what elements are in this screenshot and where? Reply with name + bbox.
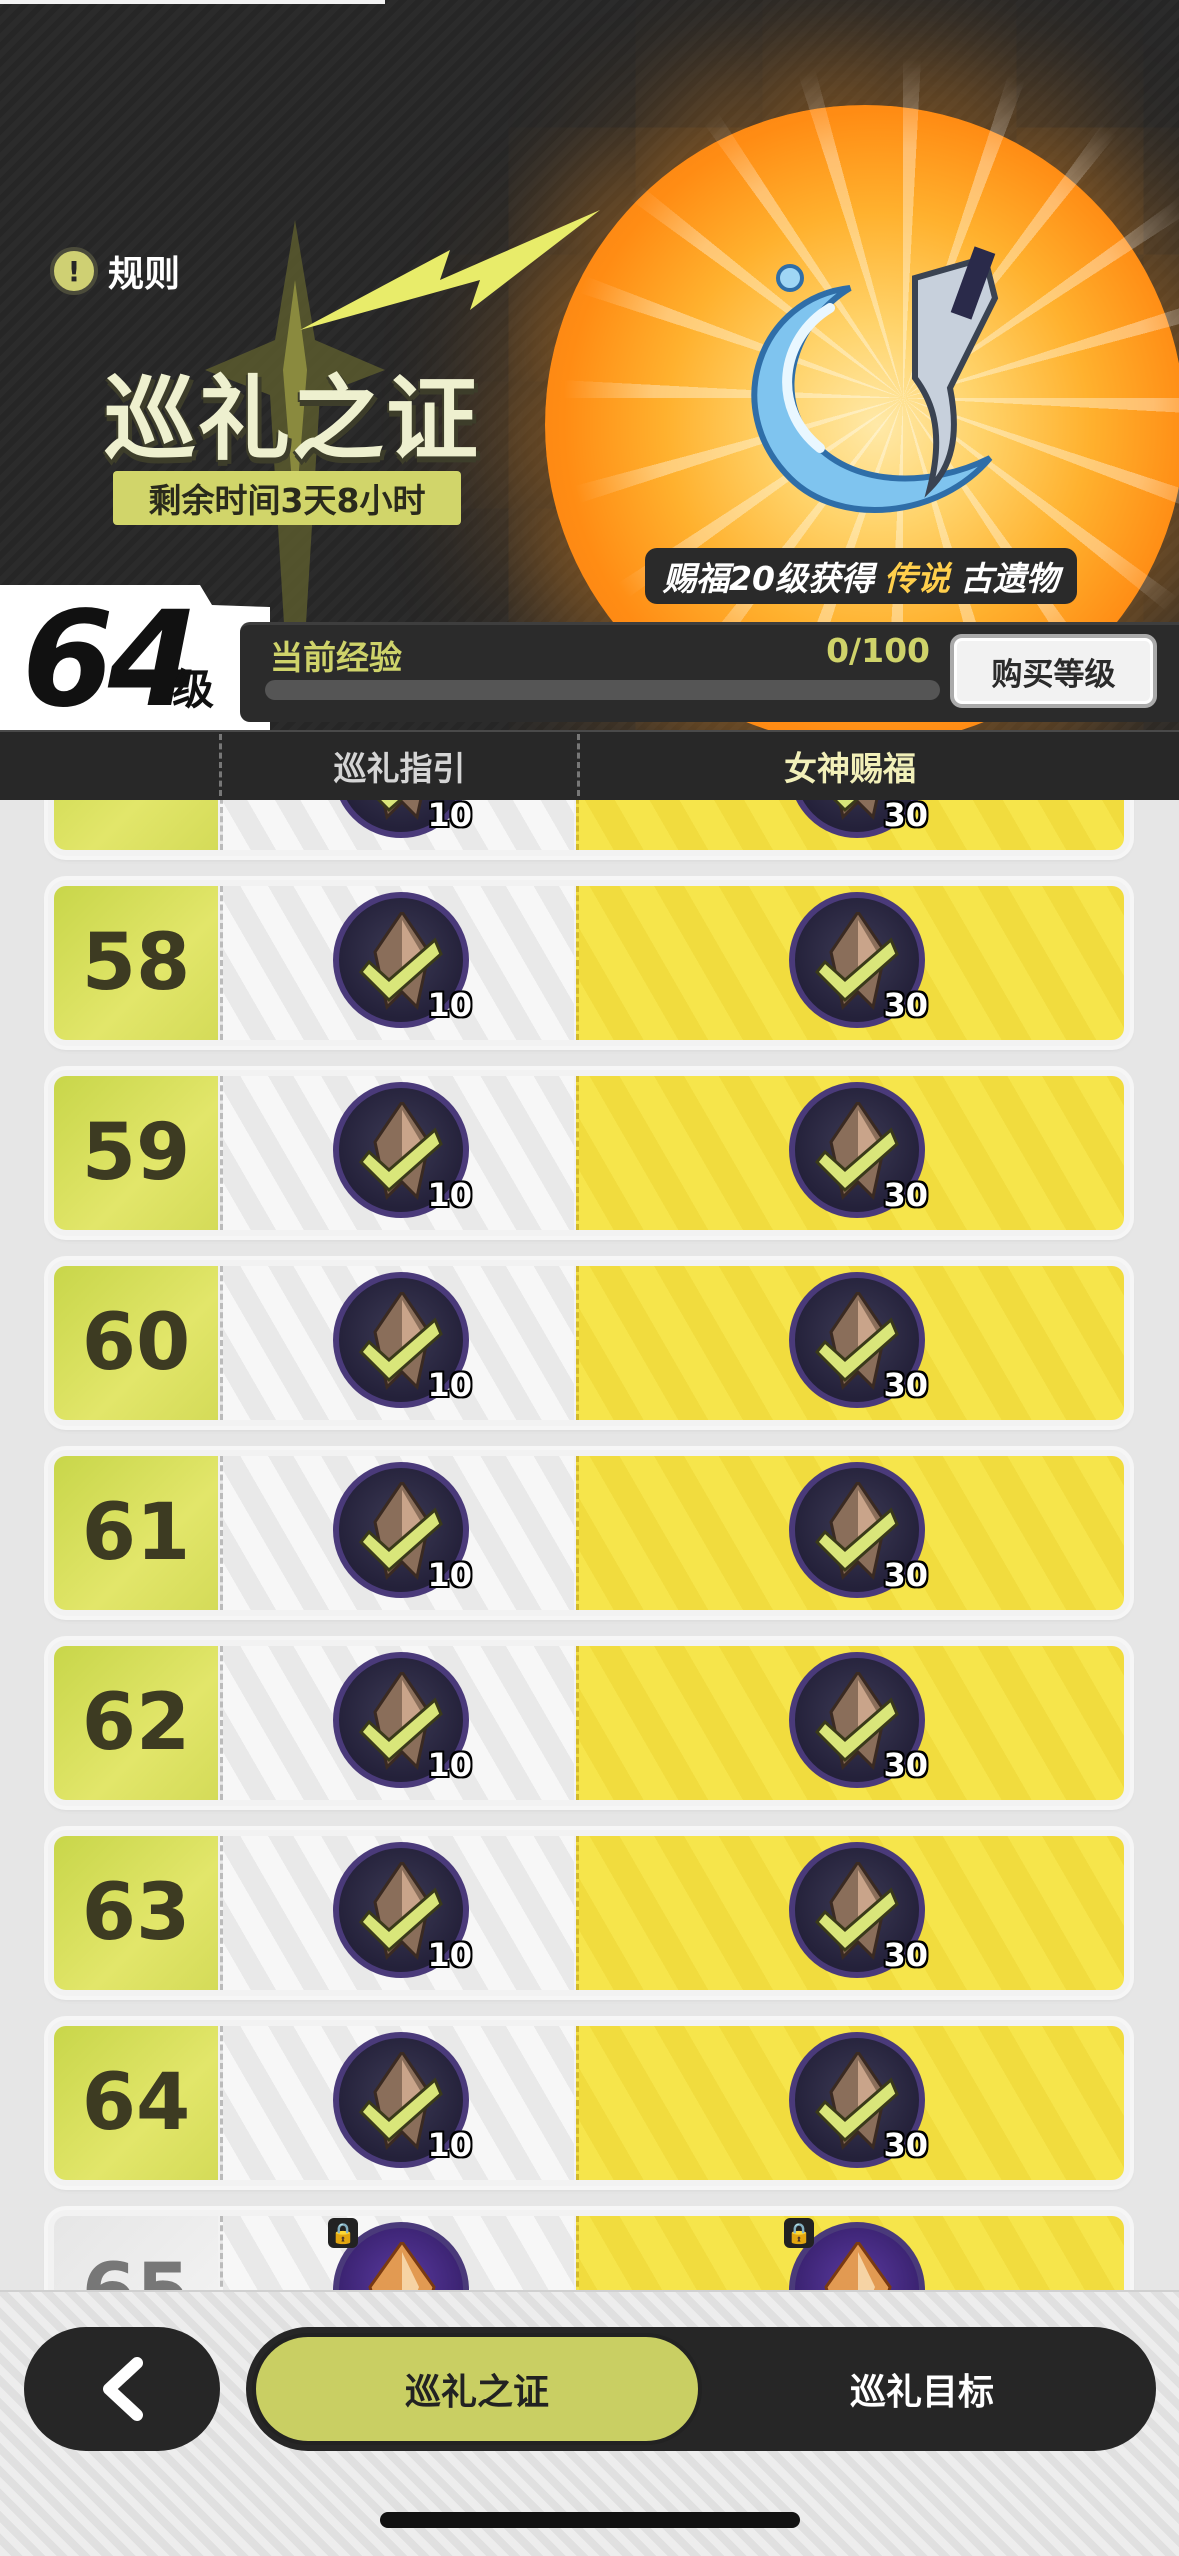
row-level: 60: [54, 1266, 218, 1420]
reward-quantity: 10: [427, 1936, 472, 1974]
back-button[interactable]: [24, 2327, 220, 2451]
reward-quantity: 30: [883, 800, 928, 834]
paid-reward-item[interactable]: 30: [780, 1456, 930, 1606]
reward-caption-suffix: 古遗物: [959, 559, 1059, 598]
reward-row[interactable]: 61 10 30: [48, 1450, 1130, 1616]
free-reward-item[interactable]: 10: [324, 1836, 474, 1986]
row-level: 65: [54, 2216, 218, 2290]
reward-quantity: 10: [427, 1176, 472, 1214]
legendary-relic-icon[interactable]: [700, 238, 1030, 548]
reward-quantity: 10: [427, 1366, 472, 1404]
paid-reward-item[interactable]: 30: [780, 1076, 930, 1226]
rules-label: 规则: [108, 254, 181, 295]
reward-quantity: 30: [883, 1176, 928, 1214]
paid-reward-item[interactable]: 30: [780, 1646, 930, 1796]
free-reward-item[interactable]: 10: [324, 1456, 474, 1606]
reward-row[interactable]: 62 10 30: [48, 1640, 1130, 1806]
reward-shard-graphic: [368, 2242, 436, 2290]
reward-shard-graphic: [824, 2242, 892, 2290]
rules-button[interactable]: ! 规则: [50, 245, 180, 297]
paid-reward-item[interactable]: 30: [780, 886, 930, 1036]
lightning-icon: [300, 210, 600, 330]
row-level: 59: [54, 1076, 218, 1230]
reward-row[interactable]: 57 10 30: [48, 800, 1130, 856]
tab-pilgrimage-goals[interactable]: 巡礼目标: [702, 2333, 1142, 2445]
free-track-header: 巡礼指引: [333, 749, 466, 788]
reward-quantity: 30: [883, 2126, 928, 2164]
reward-quantity: 30: [883, 1746, 928, 1784]
reward-quantity: 30: [883, 1366, 928, 1404]
experience-progress-bar: [265, 680, 940, 700]
reward-list[interactable]: 57 10 30 58 10 30 59 10 30 60 10 30 61 10 30 62 10 30 63 10…: [0, 800, 1179, 2290]
tab-pilgrimage-pass[interactable]: 巡礼之证: [252, 2333, 702, 2445]
reward-quantity: 10: [427, 1746, 472, 1784]
buy-level-button[interactable]: 购买等级: [950, 634, 1157, 708]
time-remaining: 剩余时间3天8小时: [113, 471, 461, 525]
lock-icon: 🔒: [328, 2218, 358, 2248]
free-reward-item[interactable]: 10: [324, 1646, 474, 1796]
paid-reward-item[interactable]: 30: [780, 1266, 930, 1416]
free-reward-item[interactable]: 10: [324, 2026, 474, 2176]
paid-reward-item[interactable]: 30: [780, 2026, 930, 2176]
reward-row[interactable]: 60 10 30: [48, 1260, 1130, 1426]
reward-quantity: 30: [883, 986, 928, 1024]
status-indicator-line: [0, 0, 385, 4]
reward-quantity: 10: [427, 800, 472, 834]
chevron-left-icon: [103, 2357, 143, 2421]
reward-quantity: 10: [427, 2126, 472, 2164]
reward-row[interactable]: 59 10 30: [48, 1070, 1130, 1236]
paid-reward-item[interactable]: 🔒: [780, 2216, 930, 2290]
row-level: 62: [54, 1646, 218, 1800]
paid-track-header: 女神赐福: [784, 749, 916, 788]
free-reward-item[interactable]: 🔒: [324, 2216, 474, 2290]
reward-row[interactable]: 63 10 30: [48, 1830, 1130, 1996]
reward-quantity: 10: [427, 1556, 472, 1594]
reward-row[interactable]: 65 🔒 🔒: [48, 2210, 1130, 2290]
reward-rarity: 传说: [883, 559, 950, 598]
current-level: 64: [22, 583, 200, 730]
experience-value: 0/100: [826, 631, 930, 670]
reward-row[interactable]: 64 10 30: [48, 2020, 1130, 2186]
reward-quantity: 10: [427, 986, 472, 1024]
free-reward-item[interactable]: 10: [324, 886, 474, 1036]
info-icon: !: [50, 247, 98, 295]
experience-label: 当前经验: [270, 638, 402, 677]
reward-quantity: 30: [883, 1556, 928, 1594]
row-level: 63: [54, 1836, 218, 1990]
row-level: 58: [54, 886, 218, 1040]
reward-caption-prefix: 赐福20级获得: [663, 559, 874, 598]
paid-reward-item[interactable]: 30: [780, 800, 930, 846]
free-reward-item[interactable]: 10: [324, 1266, 474, 1416]
event-title: 巡礼之证: [103, 365, 480, 473]
reward-caption: 赐福20级获得 传说 古遗物: [645, 548, 1077, 604]
lock-icon: 🔒: [784, 2218, 814, 2248]
free-reward-item[interactable]: 10: [324, 800, 474, 846]
level-unit: 级: [172, 665, 215, 714]
reward-row[interactable]: 58 10 30: [48, 880, 1130, 1046]
free-reward-item[interactable]: 10: [324, 1076, 474, 1226]
row-level: 57: [54, 800, 218, 850]
row-level: 61: [54, 1456, 218, 1610]
reward-quantity: 30: [883, 1936, 928, 1974]
home-indicator: [380, 2512, 800, 2528]
row-level: 64: [54, 2026, 218, 2180]
paid-reward-item[interactable]: 30: [780, 1836, 930, 1986]
event-header: ! 规则 巡礼之证 剩余时间3天8小时 赐福20级获得 传说 古遗物 64 级 …: [0, 0, 1179, 730]
